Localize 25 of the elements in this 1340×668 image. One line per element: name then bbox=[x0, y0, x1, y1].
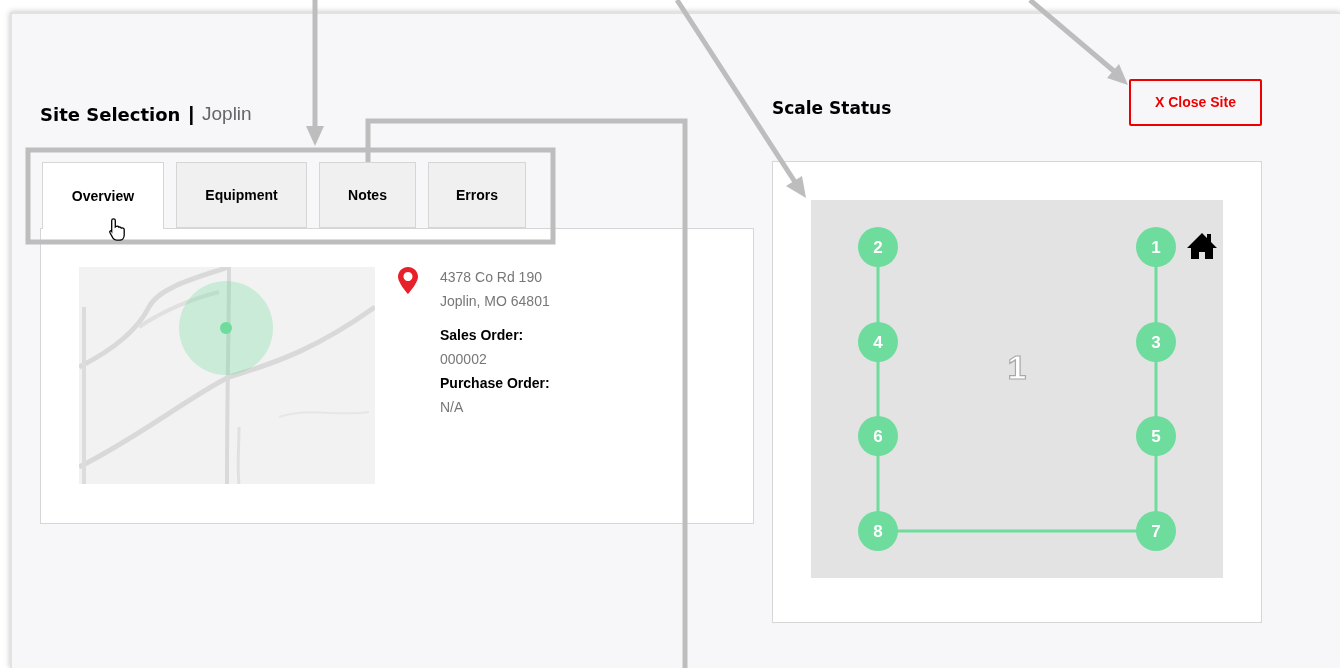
tab[interactable]: Equipment bbox=[176, 162, 307, 228]
field-value: 000002 bbox=[440, 350, 488, 369]
section-title: Scale Status bbox=[772, 97, 892, 121]
tab[interactable]: Overview bbox=[42, 162, 164, 229]
address-line: 4378 Co Rd 190 bbox=[440, 268, 543, 287]
scale-label: 1 bbox=[1007, 348, 1027, 386]
tab[interactable]: Errors bbox=[428, 162, 526, 228]
address-line: Joplin, MO 64801 bbox=[440, 292, 550, 311]
sensor-node[interactable]: 3 bbox=[1136, 322, 1176, 362]
sensor-node[interactable]: 5 bbox=[1136, 416, 1176, 456]
sensor-node[interactable]: 2 bbox=[858, 227, 898, 267]
close-site-button[interactable]: X Close Site bbox=[1129, 78, 1262, 126]
sensor-node[interactable]: 8 bbox=[858, 511, 898, 551]
page-title: Site Selection bbox=[40, 102, 181, 127]
field-value: N/A bbox=[440, 398, 465, 417]
sensor-node[interactable]: 7 bbox=[1136, 511, 1176, 551]
sensor-node[interactable]: 1 bbox=[1136, 227, 1176, 267]
tab[interactable]: Notes bbox=[319, 162, 416, 228]
sensor-node[interactable]: 4 bbox=[858, 322, 898, 362]
field-label: Sales Order: bbox=[440, 326, 525, 345]
sensor-node[interactable]: 6 bbox=[858, 416, 898, 456]
site-name: Joplin bbox=[202, 101, 252, 126]
field-label: Purchase Order: bbox=[440, 374, 550, 393]
location-pin-icon bbox=[398, 267, 418, 294]
title-separator: | bbox=[188, 102, 194, 127]
